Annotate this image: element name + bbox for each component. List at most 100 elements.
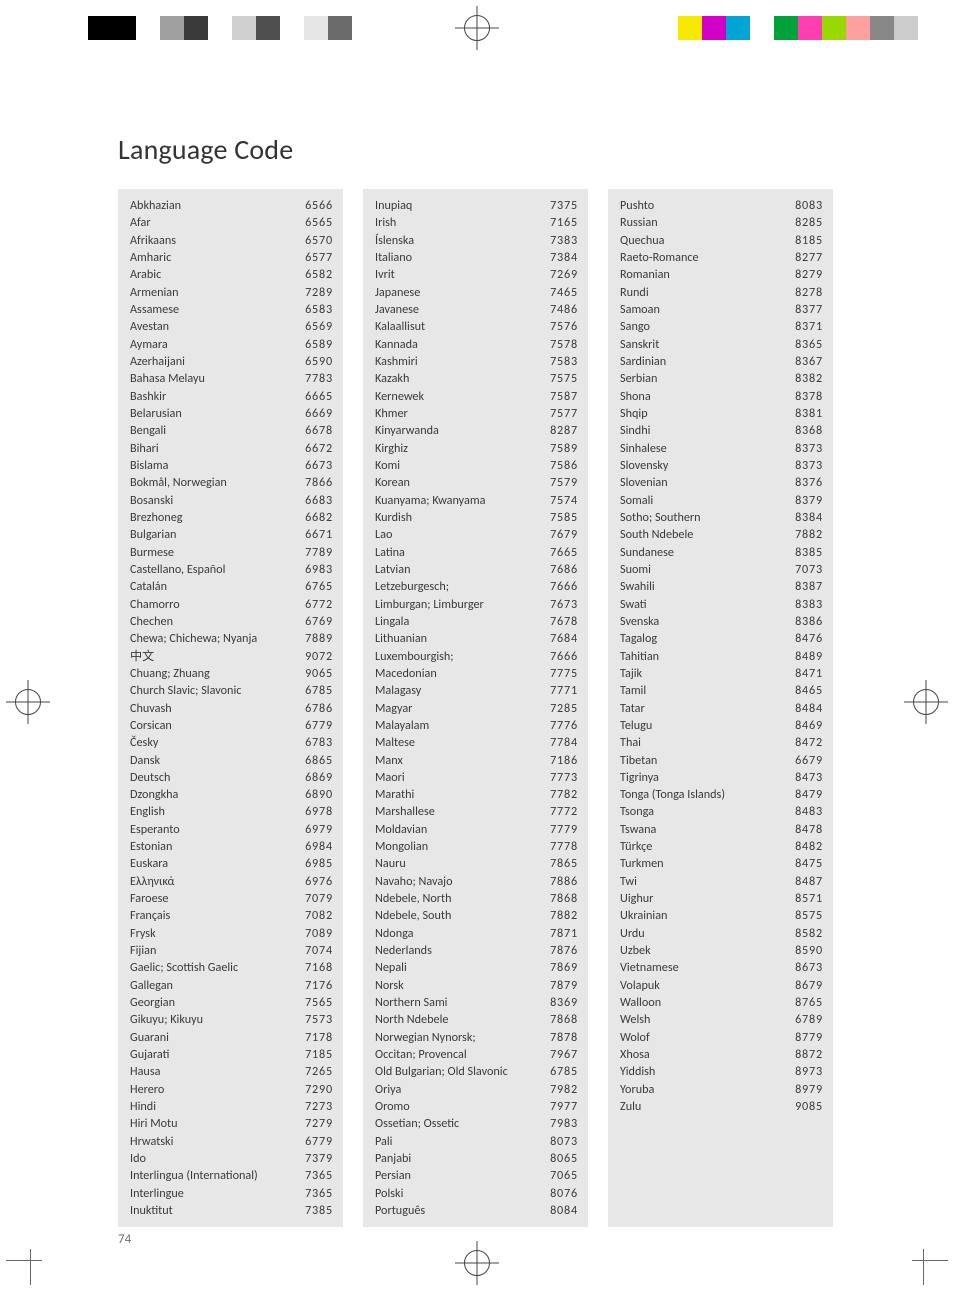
language-code: 6785: [546, 1063, 578, 1080]
language-row: Magyar7285: [375, 700, 578, 717]
language-name: South Ndebele: [620, 526, 695, 543]
language-name: Italiano: [375, 249, 414, 266]
language-name: Dzongkha: [130, 786, 180, 803]
language-name: Herero: [130, 1081, 166, 1098]
color-swatch: [136, 16, 160, 40]
language-code: 9085: [791, 1098, 823, 1115]
language-code: 6673: [301, 457, 333, 474]
language-code: 7865: [546, 855, 578, 872]
language-row: Norwegian Nynorsk;7878: [375, 1029, 578, 1046]
language-row: Kazakh7575: [375, 370, 578, 387]
language-code: 7772: [546, 803, 578, 820]
language-code: 6682: [301, 509, 333, 526]
language-code: 7882: [791, 526, 823, 543]
language-name: Uighur: [620, 890, 655, 907]
language-name: Samoan: [620, 301, 662, 318]
color-swatch: [702, 16, 726, 40]
language-code: 8285: [791, 214, 823, 231]
color-bars-right: [678, 16, 918, 40]
language-row: Serbian8382: [620, 370, 823, 387]
language-name: Gujarati: [130, 1046, 171, 1063]
language-row: Marathi7782: [375, 786, 578, 803]
language-row: Kannada7578: [375, 336, 578, 353]
language-row: Tibetan6679: [620, 752, 823, 769]
language-name: Bengali: [130, 422, 168, 439]
language-row: Tajik8471: [620, 665, 823, 682]
language-name: Tamil: [620, 682, 648, 699]
language-row: Faroese7079: [130, 890, 333, 907]
language-code: 7782: [546, 786, 578, 803]
language-code: 6683: [301, 492, 333, 509]
language-code: 7065: [546, 1167, 578, 1184]
language-code: 7573: [301, 1011, 333, 1028]
language-name: Arabic: [130, 266, 163, 283]
page-number: 74: [118, 1232, 131, 1247]
language-code: 6590: [301, 353, 333, 370]
language-code: 6765: [301, 578, 333, 595]
language-code: 6978: [301, 803, 333, 820]
language-row: Avestan6569: [130, 318, 333, 335]
language-row: Gaelic; Scottish Gaelic7168: [130, 959, 333, 976]
language-code: 8679: [791, 977, 823, 994]
language-code: 6669: [301, 405, 333, 422]
language-row: Gujarati7185: [130, 1046, 333, 1063]
language-name: Brezhoneg: [130, 509, 185, 526]
language-name: Hindi: [130, 1098, 158, 1115]
language-row: Chewa; Chichewa; Nyanja7889: [130, 630, 333, 647]
language-code: 7565: [301, 994, 333, 1011]
language-code: 8368: [791, 422, 823, 439]
language-code: 7265: [301, 1063, 333, 1080]
language-code: 8473: [791, 769, 823, 786]
language-name: Twi: [620, 873, 639, 890]
language-row: Fijian7074: [130, 942, 333, 959]
language-name: Latvian: [375, 561, 412, 578]
language-row: Maltese7784: [375, 734, 578, 751]
language-row: Tsonga8483: [620, 803, 823, 820]
language-name: Interlingua (International): [130, 1167, 260, 1184]
language-name: Ndebele, South: [375, 907, 453, 924]
language-name: Hiri Motu: [130, 1115, 180, 1132]
language-code: 8377: [791, 301, 823, 318]
language-column-3: Pushto8083Russian8285Quechua8185Raeto-Ro…: [608, 189, 833, 1227]
language-row: Česky6783: [130, 734, 333, 751]
language-row: English6978: [130, 803, 333, 820]
language-row: Maori7773: [375, 769, 578, 786]
language-code: 7679: [546, 526, 578, 543]
color-swatch: [894, 16, 918, 40]
language-row: Marshallese7772: [375, 803, 578, 820]
color-swatch: [774, 16, 798, 40]
language-name: Íslenska: [375, 232, 416, 249]
language-row: Ivrit7269: [375, 266, 578, 283]
language-row: Vietnamese8673: [620, 959, 823, 976]
language-name: Sundanese: [620, 544, 676, 561]
language-column-1: Abkhazian6566Afar6565Afrikaans6570Amhari…: [118, 189, 343, 1227]
language-name: Zulu: [620, 1098, 643, 1115]
language-code: 6779: [301, 1133, 333, 1150]
language-code: 7486: [546, 301, 578, 318]
language-name: Kashmiri: [375, 353, 420, 370]
language-row: Khmer7577: [375, 405, 578, 422]
language-code: 7577: [546, 405, 578, 422]
language-name: Xhosa: [620, 1046, 652, 1063]
language-row: Svenska8386: [620, 613, 823, 630]
language-row: Brezhoneg 6682: [130, 509, 333, 526]
language-code: 7269: [546, 266, 578, 283]
language-code: 8076: [546, 1185, 578, 1202]
language-name: Chamorro: [130, 596, 182, 613]
language-name: Pali: [375, 1133, 394, 1150]
language-name: Chuvash: [130, 700, 174, 717]
language-name: Aymara: [130, 336, 170, 353]
language-code: 7889: [301, 630, 333, 647]
language-code: 7686: [546, 561, 578, 578]
language-name: Gaelic; Scottish Gaelic: [130, 959, 240, 976]
language-row: Latvian 7686: [375, 561, 578, 578]
language-code: 7967: [546, 1046, 578, 1063]
language-row: Twi8487: [620, 873, 823, 890]
language-code: 7074: [301, 942, 333, 959]
language-row: Gikuyu; Kikuyu7573: [130, 1011, 333, 1028]
language-name: Chuang; Zhuang: [130, 665, 212, 682]
color-bars-left: [88, 16, 352, 40]
language-code: 6589: [301, 336, 333, 353]
language-name: Old Bulgarian; Old Slavonic: [375, 1063, 510, 1080]
language-row: Dansk6865: [130, 752, 333, 769]
